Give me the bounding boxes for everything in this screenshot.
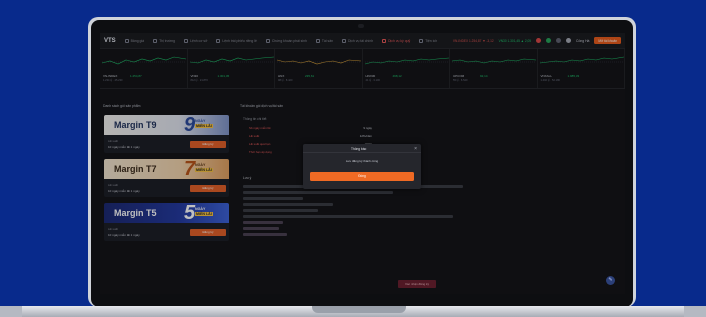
chat-icon[interactable]: ✎ [606,276,615,285]
app-screen: VTS Bảng giá Thị trường Lệnh cơ sở Lệnh … [100,33,625,294]
dialog-message: Lưu đăng ký thành công [345,159,379,163]
close-icon[interactable]: × [414,146,417,152]
notification-dialog: Thông báo × Lưu đăng ký thành công Đóng [303,144,421,189]
camera [358,24,364,28]
dialog-title: Thông báo [351,147,367,151]
dialog-close-button[interactable]: Đóng [310,172,414,181]
dialog-header: Thông báo × [303,144,421,153]
laptop-base-edge [0,306,22,317]
laptop-notch [312,306,406,313]
laptop-base-edge [684,306,706,317]
